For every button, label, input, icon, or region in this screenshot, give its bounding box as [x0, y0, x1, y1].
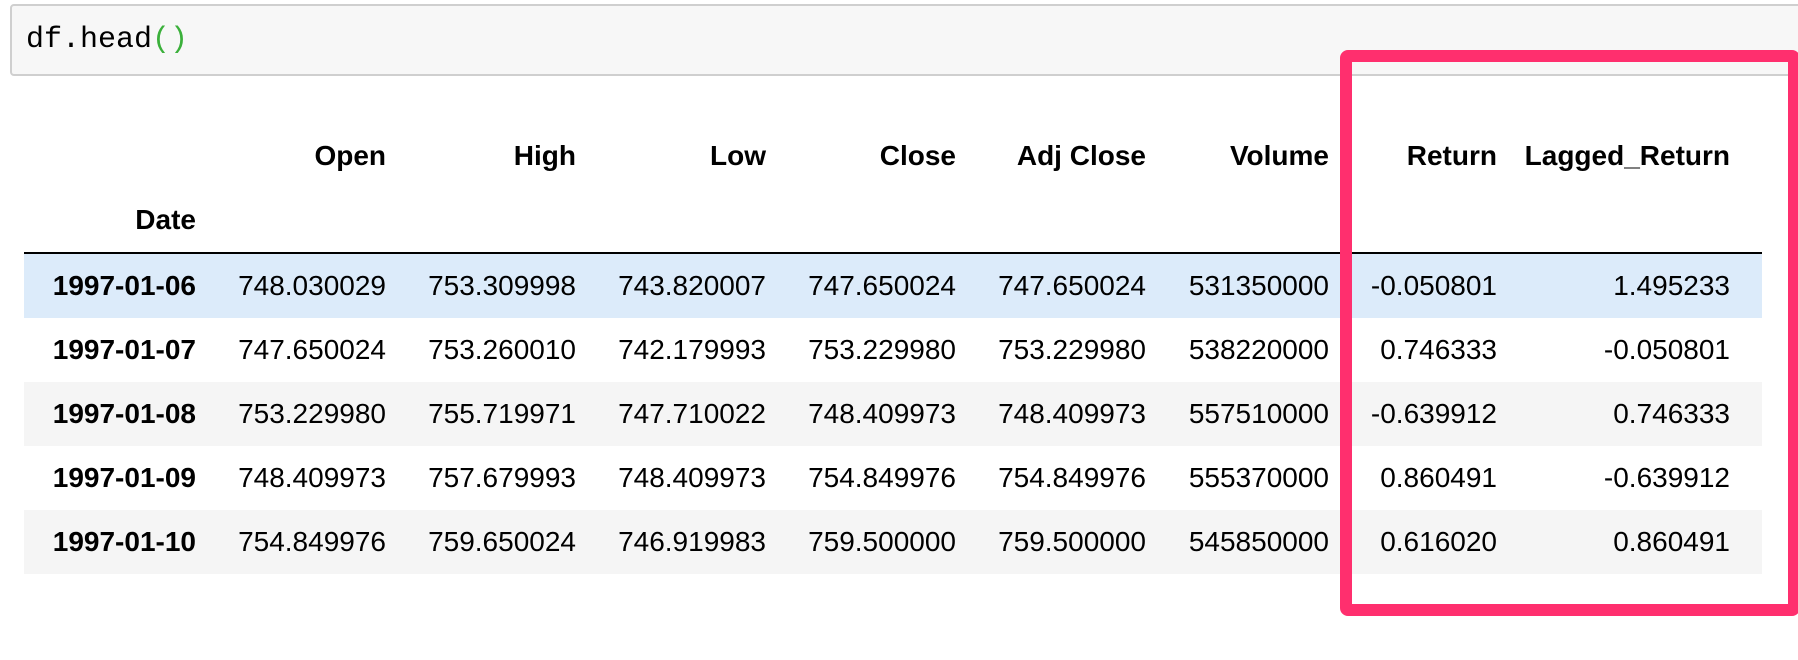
- table-cell: 753.229980: [238, 398, 386, 429]
- column-header: Close: [879, 140, 956, 171]
- table-cell: 747.650024: [998, 270, 1146, 301]
- table-cell: 748.409973: [808, 398, 956, 429]
- table-cell: 755.719971: [428, 398, 576, 429]
- row-index-date: 1997-01-08: [52, 398, 196, 429]
- table-cell: 748.409973: [238, 462, 386, 493]
- highlight-annotation-box: [1340, 50, 1798, 616]
- code-parens: (): [152, 23, 189, 57]
- table-cell: 759.650024: [428, 526, 576, 557]
- row-index-date: 1997-01-07: [52, 334, 196, 365]
- table-cell: 754.849976: [998, 462, 1146, 493]
- table-cell: 538220000: [1188, 334, 1329, 365]
- table-cell: 748.030029: [238, 270, 386, 301]
- column-header: Adj Close: [1016, 140, 1146, 171]
- column-header: Volume: [1229, 140, 1329, 171]
- table-cell: 753.229980: [998, 334, 1146, 365]
- table-cell: 748.409973: [618, 462, 766, 493]
- table-cell: 743.820007: [618, 270, 766, 301]
- table-cell: 747.650024: [238, 334, 386, 365]
- table-cell: 757.679993: [428, 462, 576, 493]
- table-cell: 555370000: [1188, 462, 1329, 493]
- table-cell: 545850000: [1188, 526, 1329, 557]
- column-header: Open: [314, 140, 386, 171]
- table-cell: 759.500000: [998, 526, 1146, 557]
- table-cell: 754.849976: [238, 526, 386, 557]
- table-cell: 754.849976: [808, 462, 956, 493]
- table-cell: 753.309998: [428, 270, 576, 301]
- table-cell: 531350000: [1188, 270, 1329, 301]
- code-function: df.head: [26, 23, 153, 57]
- row-index-date: 1997-01-10: [52, 526, 196, 557]
- table-cell: 742.179993: [618, 334, 766, 365]
- code-text: df.head(): [26, 23, 188, 57]
- table-cell: 759.500000: [808, 526, 956, 557]
- table-cell: 747.710022: [618, 398, 766, 429]
- column-header: Low: [710, 140, 766, 171]
- index-name: Date: [135, 204, 196, 235]
- row-index-date: 1997-01-09: [52, 462, 196, 493]
- table-cell: 753.229980: [808, 334, 956, 365]
- table-cell: 753.260010: [428, 334, 576, 365]
- table-cell: 747.650024: [808, 270, 956, 301]
- table-cell: 557510000: [1188, 398, 1329, 429]
- column-header: High: [513, 140, 576, 171]
- table-cell: 746.919983: [618, 526, 766, 557]
- row-index-date: 1997-01-06: [52, 270, 196, 301]
- table-cell: 748.409973: [998, 398, 1146, 429]
